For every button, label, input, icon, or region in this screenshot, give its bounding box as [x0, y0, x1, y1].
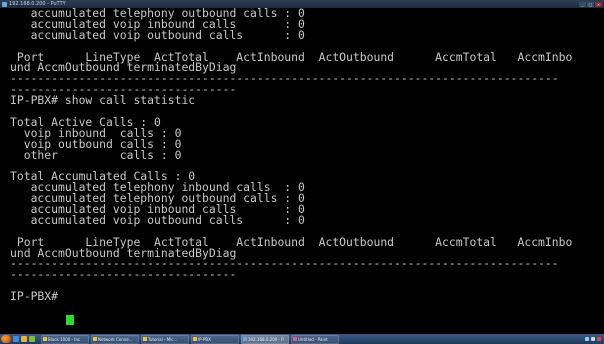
app-icon: [43, 337, 47, 341]
volume-icon[interactable]: [591, 337, 595, 341]
window-titlebar[interactable]: 192.168.0.200 - PuTTY _ □ ×: [0, 0, 604, 8]
folder-icon[interactable]: [21, 336, 27, 342]
taskbar-item-active[interactable]: 192.168.0.200 - P: [241, 334, 289, 344]
taskbar-item[interactable]: Black 1000 - Inc: [41, 334, 89, 344]
taskbar-item-label: 192.168.0.200 - P: [248, 336, 284, 342]
network-icon[interactable]: [585, 337, 589, 341]
taskbar-item-label: Black 1000 - Inc: [48, 336, 81, 342]
taskbar-item[interactable]: Network Conne...: [91, 334, 139, 344]
folder-icon: [193, 337, 197, 341]
browser-icon[interactable]: [13, 336, 19, 342]
terminal-line: other calls : 0: [10, 147, 182, 162]
maximize-button[interactable]: □: [587, 1, 594, 7]
window-controls: _ □ ×: [579, 1, 602, 7]
taskbar-item[interactable]: Untitled - Paint: [291, 334, 339, 344]
terminal-cursor: [66, 315, 74, 325]
terminal-prompt: IP-PBX#: [10, 289, 65, 304]
taskbar-item[interactable]: IP-PBX: [191, 334, 239, 344]
terminal-output: accumulated telephony outbound calls : 0…: [0, 8, 604, 302]
taskbar-item[interactable]: Tutorial - Mic...: [141, 334, 189, 344]
app-icon: [93, 337, 97, 341]
window-title: 192.168.0.200 - PuTTY: [9, 1, 66, 7]
terminal-line: ---------------------------------: [10, 267, 237, 282]
terminal-line: accumulated voip outbound calls : 0: [10, 212, 305, 227]
terminal-line: IP-PBX# show call statistic: [10, 93, 196, 108]
task-list: Black 1000 - Inc Network Conne... Tutori…: [41, 334, 339, 344]
terminal-line: accumulated voip outbound calls : 0: [10, 27, 305, 42]
security-icon[interactable]: [597, 337, 601, 341]
terminal-area[interactable]: accumulated telephony outbound calls : 0…: [0, 8, 604, 334]
minimize-button[interactable]: _: [579, 1, 586, 7]
taskbar-item-label: Untitled - Paint: [298, 336, 328, 342]
app-icon: [143, 337, 147, 341]
taskbar-item-label: Tutorial - Mic...: [148, 336, 178, 342]
media-icon[interactable]: [29, 336, 35, 342]
start-button[interactable]: [1, 335, 11, 343]
taskbar-item-label: IP-PBX: [198, 336, 211, 342]
paint-icon: [293, 337, 297, 341]
close-button[interactable]: ×: [595, 1, 602, 7]
putty-icon: [2, 1, 7, 7]
title-group: 192.168.0.200 - PuTTY: [0, 0, 66, 8]
taskbar-item-label: Network Conne...: [98, 336, 133, 342]
taskbar: Black 1000 - Inc Network Conne... Tutori…: [0, 334, 604, 344]
system-tray: [585, 337, 601, 341]
putty-icon: [243, 337, 247, 341]
